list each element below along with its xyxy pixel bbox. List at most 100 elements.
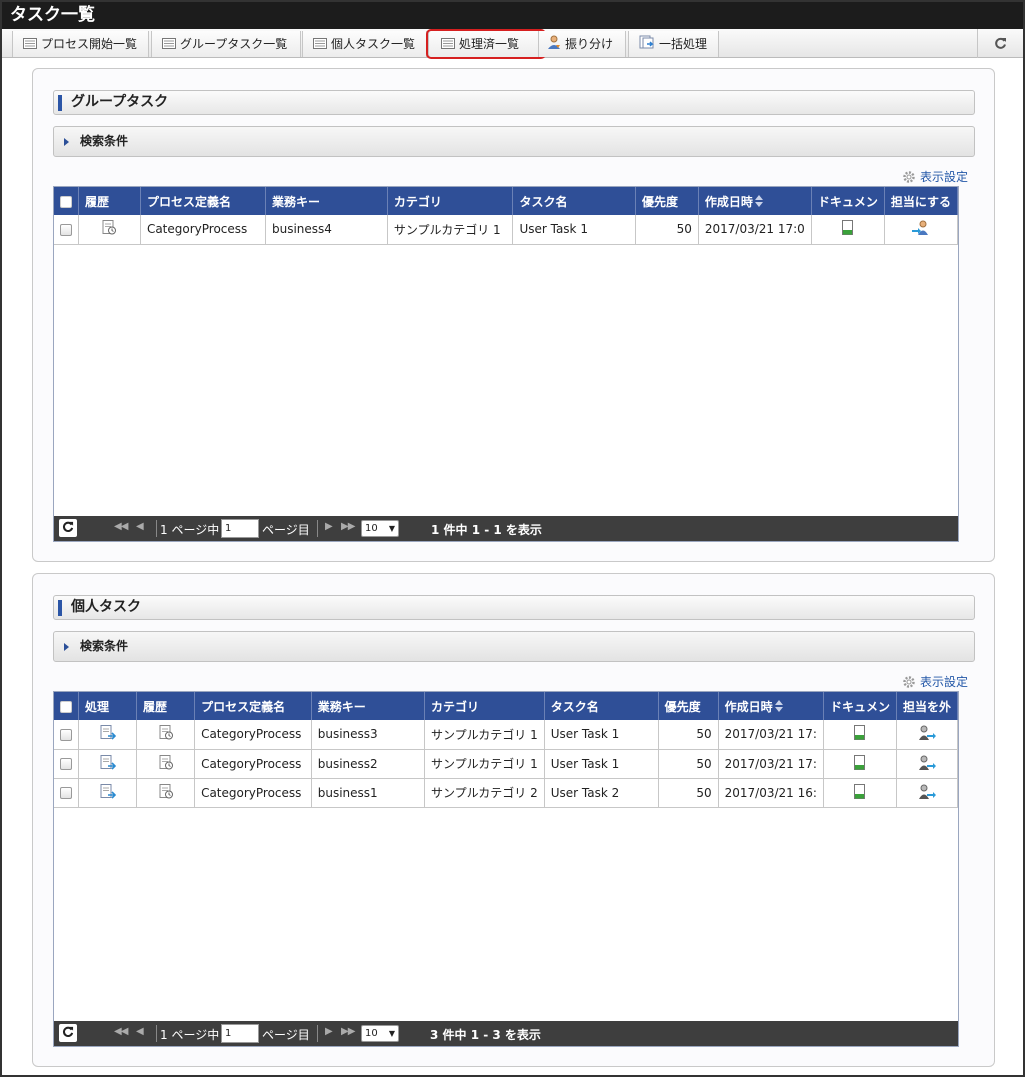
unclaim-cell[interactable] <box>896 778 959 808</box>
rows-per-page-value: 10 <box>365 523 378 534</box>
refresh-button[interactable] <box>977 29 1023 58</box>
group-task-pager: ◀◀ ◀ 1 ページ中 1 ページ目 ▶ ▶▶ 10 ▼ 1 件中 1 - 1 を… <box>54 516 958 541</box>
checkbox[interactable] <box>60 728 72 741</box>
group-task-search-toggle[interactable]: 検索条件 <box>53 126 975 157</box>
personal-task-heading: 個人タスク <box>53 595 975 620</box>
claim-task-icon[interactable] <box>911 220 930 238</box>
caret-right-icon <box>64 643 69 651</box>
checkbox[interactable] <box>60 758 72 770</box>
claim-cell[interactable] <box>884 215 959 245</box>
personal-task-search-toggle[interactable]: 検索条件 <box>53 631 975 662</box>
column-header[interactable]: タスク名 <box>512 187 637 215</box>
rows-per-page-select[interactable]: 10 ▼ <box>361 1025 399 1042</box>
history-cell[interactable] <box>136 720 196 750</box>
page-number-input[interactable]: 1 <box>221 519 259 538</box>
last-page-icon[interactable]: ▶▶ <box>341 521 355 532</box>
table-row[interactable]: CategoryProcess business4 サンプルカテゴリ 1 Use… <box>54 215 959 245</box>
prev-page-icon[interactable]: ◀ <box>136 1026 144 1037</box>
document-cell[interactable] <box>823 778 897 808</box>
history-cell[interactable] <box>136 749 196 779</box>
history-icon[interactable] <box>159 754 173 773</box>
column-header[interactable]: 業務キー <box>265 187 388 215</box>
last-page-icon[interactable]: ▶▶ <box>341 1026 355 1037</box>
row-checkbox-cell[interactable] <box>54 778 79 808</box>
tab-group-task-list[interactable]: グループタスク一覧 <box>151 31 301 57</box>
tab-personal-task-list[interactable]: 個人タスク一覧 <box>302 31 427 57</box>
column-header-label: 作成日時 <box>724 699 773 714</box>
prev-page-icon[interactable]: ◀ <box>136 521 144 532</box>
process-task-icon[interactable] <box>100 783 116 802</box>
column-header[interactable]: プロセス定義名 <box>194 692 312 720</box>
tab-batch-process[interactable]: 一括処理 <box>628 31 719 57</box>
column-header[interactable]: ドキュメン <box>823 692 897 720</box>
pager-refresh-button[interactable] <box>59 1024 77 1042</box>
document-icon[interactable] <box>842 220 854 238</box>
column-header[interactable]: 優先度 <box>635 187 699 215</box>
table-row[interactable]: CategoryProcess business3 サンプルカテゴリ 1 Use… <box>54 720 959 750</box>
column-header[interactable]: 優先度 <box>658 692 719 720</box>
process-action-cell[interactable] <box>78 720 138 750</box>
column-header[interactable]: 履歴 <box>78 187 141 215</box>
checkbox[interactable] <box>60 195 72 208</box>
pager-refresh-button[interactable] <box>59 519 77 537</box>
next-page-icon[interactable]: ▶ <box>325 521 333 532</box>
column-header-sortable[interactable]: 作成日時 <box>698 187 812 215</box>
row-checkbox-cell[interactable] <box>54 720 79 750</box>
history-icon[interactable] <box>159 725 173 743</box>
process-action-cell[interactable] <box>78 778 138 808</box>
column-header-sortable[interactable]: 作成日時 <box>718 692 824 720</box>
column-header[interactable]: カテゴリ <box>424 692 545 720</box>
pager-separator <box>317 520 318 537</box>
document-icon[interactable] <box>854 725 866 743</box>
column-header[interactable]: プロセス定義名 <box>140 187 266 215</box>
column-header[interactable]: 業務キー <box>311 692 425 720</box>
process-task-icon[interactable] <box>100 754 116 773</box>
column-header[interactable]: タスク名 <box>544 692 659 720</box>
process-action-cell[interactable] <box>78 749 138 779</box>
tab-processed-list[interactable]: 処理済一覧 <box>426 29 546 59</box>
unclaim-task-icon[interactable] <box>918 725 936 743</box>
task-name-cell: User Task 1 <box>544 749 659 779</box>
unclaim-task-icon[interactable] <box>918 784 936 802</box>
checkbox[interactable] <box>60 223 72 236</box>
document-cell[interactable] <box>811 215 885 245</box>
unclaim-cell[interactable] <box>896 720 959 750</box>
row-checkbox-cell[interactable] <box>54 749 79 779</box>
checkbox[interactable] <box>60 700 72 713</box>
column-header[interactable]: カテゴリ <box>387 187 514 215</box>
document-cell[interactable] <box>823 749 897 779</box>
row-checkbox-cell[interactable] <box>54 215 79 245</box>
page-number-input[interactable]: 1 <box>221 1024 259 1043</box>
unclaim-task-icon[interactable] <box>918 755 936 773</box>
document-icon[interactable] <box>854 783 866 802</box>
personal-display-setting-link[interactable]: 表示設定 <box>902 673 968 692</box>
select-all-checkbox[interactable] <box>54 187 79 215</box>
select-all-checkbox[interactable] <box>54 692 79 720</box>
first-page-icon[interactable]: ◀◀ <box>114 1026 128 1037</box>
history-icon[interactable] <box>159 783 173 802</box>
unclaim-cell[interactable] <box>896 749 959 779</box>
group-task-panel: グループタスク 検索条件 表示設定 履歴 プロセス定義名 業務キー カテゴリ タ… <box>32 68 995 562</box>
history-cell[interactable] <box>78 215 141 245</box>
column-header[interactable]: 担当を外 <box>896 692 959 720</box>
history-cell[interactable] <box>136 778 196 808</box>
checkbox[interactable] <box>60 787 72 799</box>
process-task-icon[interactable] <box>100 725 116 743</box>
table-row[interactable]: CategoryProcess business1 サンプルカテゴリ 2 Use… <box>54 778 959 808</box>
document-cell[interactable] <box>823 720 897 750</box>
first-page-icon[interactable]: ◀◀ <box>114 521 128 532</box>
document-icon[interactable] <box>854 754 866 773</box>
tab-process-start-list[interactable]: プロセス開始一覧 <box>12 31 149 57</box>
column-header[interactable]: 担当にする <box>884 187 959 215</box>
next-page-icon[interactable]: ▶ <box>325 1026 333 1037</box>
table-row[interactable]: CategoryProcess business2 サンプルカテゴリ 1 Use… <box>54 749 959 779</box>
list-icon <box>23 32 37 58</box>
column-header[interactable]: ドキュメン <box>811 187 885 215</box>
created-date-cell: 2017/03/21 17: <box>718 720 824 750</box>
history-icon[interactable] <box>102 220 117 238</box>
rows-per-page-select[interactable]: 10 ▼ <box>361 520 399 537</box>
column-header[interactable]: 処理 <box>78 692 138 720</box>
tab-assign[interactable]: 振り分け <box>538 31 626 57</box>
column-header[interactable]: 履歴 <box>136 692 196 720</box>
group-display-setting-link[interactable]: 表示設定 <box>902 168 968 187</box>
